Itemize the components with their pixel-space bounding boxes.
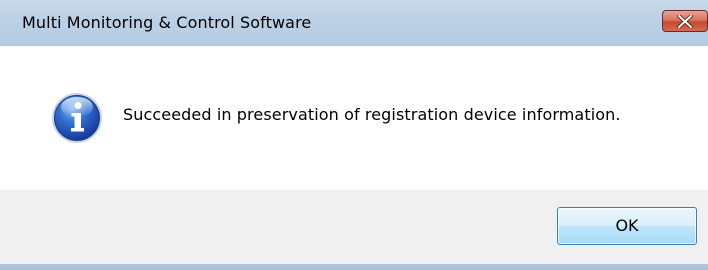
title-bar[interactable]: Multi Monitoring & Control Software xyxy=(0,0,708,46)
button-bar: OK xyxy=(0,190,708,264)
window-frame-bottom xyxy=(0,264,708,270)
information-icon xyxy=(52,93,102,143)
message-area: Succeeded in preservation of registratio… xyxy=(0,46,708,190)
message-dialog: Multi Monitoring & Control Software Succ… xyxy=(0,0,708,270)
message-text: Succeeded in preservation of registratio… xyxy=(123,105,621,124)
ok-button[interactable]: OK xyxy=(557,207,697,245)
close-icon xyxy=(677,15,693,28)
close-button[interactable] xyxy=(662,10,708,32)
window-title: Multi Monitoring & Control Software xyxy=(22,13,312,32)
